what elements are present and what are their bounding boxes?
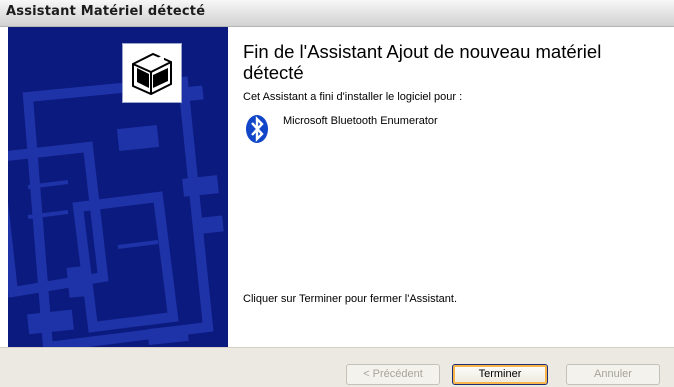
wizard-side-panel: [8, 27, 228, 347]
intro-text: Cet Assistant a fini d'installer le logi…: [243, 91, 463, 103]
window-title: Assistant Matériel détecté: [6, 4, 206, 19]
wizard-heading: Fin de l'Assistant Ajout de nouveau maté…: [243, 41, 602, 83]
bluetooth-icon: [245, 114, 269, 144]
cancel-button[interactable]: Annuler: [566, 364, 660, 385]
title-bar[interactable]: Assistant Matériel détecté: [0, 0, 674, 27]
hardware-wizard-icon: [122, 43, 182, 103]
device-name: Microsoft Bluetooth Enumerator: [283, 115, 438, 127]
finish-instruction: Cliquer sur Terminer pour fermer l'Assis…: [243, 293, 458, 305]
previous-button[interactable]: < Précédent: [346, 364, 440, 385]
hardware-watermark-graphic: [8, 76, 224, 347]
finish-button[interactable]: Terminer: [452, 364, 548, 385]
button-bar: < Précédent Terminer Annuler: [0, 347, 674, 387]
wizard-content: Fin de l'Assistant Ajout de nouveau maté…: [228, 27, 674, 347]
